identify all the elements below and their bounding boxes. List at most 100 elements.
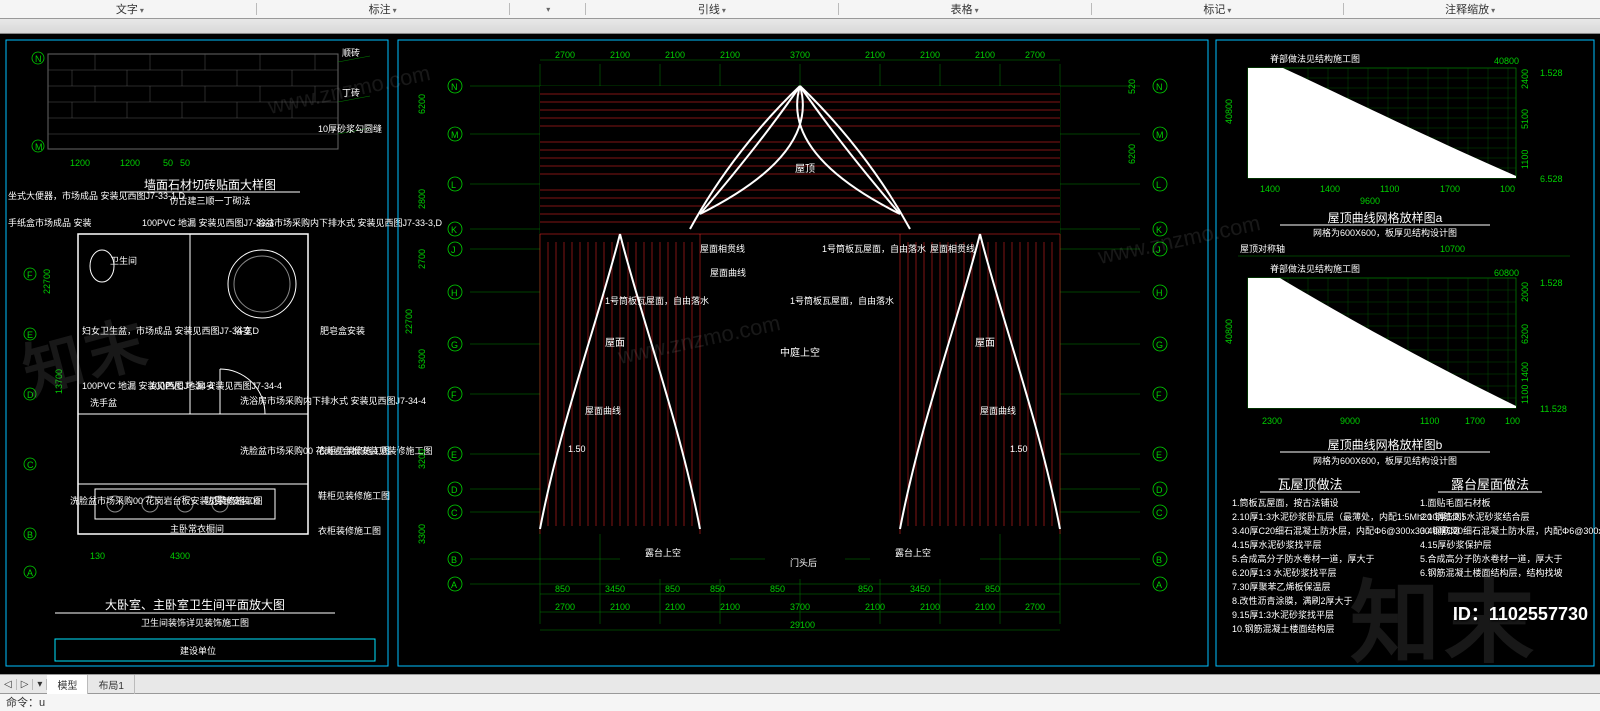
- svg-text:1100: 1100: [1420, 416, 1439, 426]
- ribbon-group-table[interactable]: 表格: [839, 1, 1091, 17]
- svg-text:2100: 2100: [865, 602, 885, 612]
- svg-text:50: 50: [180, 158, 190, 168]
- tab-next-button[interactable]: ▷: [17, 679, 34, 690]
- svg-text:屋面曲线: 屋面曲线: [585, 405, 621, 416]
- svg-text:1700: 1700: [1440, 184, 1460, 194]
- svg-text:3300: 3300: [417, 524, 427, 544]
- svg-text:1号筒板瓦屋面，自由落水: 1号筒板瓦屋面，自由落水: [605, 295, 709, 306]
- ribbon-group-dim[interactable]: 标注: [257, 1, 509, 17]
- chart-b: 脊部做法见结构施工图 2300 9000 1100 1700 100 2000 …: [1224, 263, 1567, 466]
- svg-text:网格为600X600，板厚见结构设计图: 网格为600X600，板厚见结构设计图: [1313, 455, 1457, 466]
- command-line[interactable]: 命令：u: [0, 693, 1600, 711]
- svg-text:1.528: 1.528: [1540, 68, 1563, 78]
- svg-text:H: H: [451, 288, 458, 298]
- svg-text:N: N: [1156, 82, 1163, 92]
- svg-text:850: 850: [665, 584, 680, 594]
- svg-text:1400: 1400: [1520, 362, 1530, 382]
- svg-text:6300: 6300: [417, 349, 427, 369]
- svg-text:6.20厚1:3 水泥砂浆找平层: 6.20厚1:3 水泥砂浆找平层: [1232, 567, 1337, 578]
- svg-text:瓦屋顶做法: 瓦屋顶做法: [1277, 477, 1342, 492]
- svg-text:100: 100: [1500, 184, 1515, 194]
- svg-text:520: 520: [1127, 79, 1137, 94]
- svg-text:2300: 2300: [1262, 416, 1282, 426]
- svg-text:850: 850: [985, 584, 1000, 594]
- svg-text:屋面: 屋面: [975, 337, 995, 349]
- svg-text:1700: 1700: [1465, 416, 1485, 426]
- svg-text:40800: 40800: [1494, 56, 1519, 66]
- chart-a: 脊部做法见结构施工图 1400 1400 1100 1700 100 9600 …: [1224, 53, 1563, 238]
- svg-text:2100: 2100: [720, 50, 740, 60]
- svg-text:40800: 40800: [1224, 319, 1234, 344]
- svg-text:M: M: [1156, 130, 1164, 140]
- svg-text:知末: 知末: [16, 309, 157, 407]
- svg-text:C: C: [27, 460, 34, 470]
- ribbon-group-leader[interactable]: 引线: [586, 1, 838, 17]
- svg-text:www.znzmo.com: www.znzmo.com: [265, 60, 433, 119]
- layout-tabs: ◁ ▷ ▾ 模型 布局1: [0, 674, 1600, 693]
- svg-text:60800: 60800: [1494, 268, 1519, 278]
- svg-text:1.筒板瓦屋面，按古法铺设: 1.筒板瓦屋面，按古法铺设: [1232, 497, 1339, 508]
- model-viewport[interactable]: 顺砖 丁砖 10厚砂浆勾圆缝 N M 1200 1200 50 50 墙面石材切…: [0, 34, 1600, 674]
- svg-text:100PVC 地漏 安装见西图J7-33-3: 100PVC 地漏 安装见西图J7-33-3: [142, 217, 274, 228]
- ribbon-group-text[interactable]: 文字: [4, 1, 256, 17]
- ribbon-group-mark[interactable]: 标记: [1092, 1, 1344, 17]
- svg-text:鞋柜见装修施工图: 鞋柜见装修施工图: [318, 490, 390, 501]
- svg-text:2100: 2100: [610, 602, 630, 612]
- svg-text:1100: 1100: [1520, 385, 1530, 404]
- svg-text:4300: 4300: [170, 551, 190, 561]
- svg-text:9000: 9000: [1340, 416, 1360, 426]
- svg-text:N: N: [35, 54, 42, 64]
- svg-text:卫生间: 卫生间: [110, 255, 137, 266]
- svg-text:手纸盒市场成品 安装: 手纸盒市场成品 安装: [8, 217, 92, 228]
- tab-layout1[interactable]: 布局1: [88, 675, 135, 694]
- svg-text:22700: 22700: [404, 309, 414, 334]
- ribbon-group-blank[interactable]: [510, 3, 586, 15]
- svg-text:850: 850: [770, 584, 785, 594]
- svg-text:坐式大便器，市场成品 安装见西图J7-33-1,D: 坐式大便器，市场成品 安装见西图J7-33-1,D: [8, 190, 186, 201]
- svg-text:850: 850: [858, 584, 873, 594]
- svg-text:门头后: 门头后: [790, 557, 817, 568]
- svg-text:屋顶曲线网格放样图b: 屋顶曲线网格放样图b: [1328, 437, 1443, 452]
- svg-text:29100: 29100: [790, 620, 815, 630]
- right-panel: 脊部做法见结构施工图 1400 1400 1100 1700 100 9600 …: [1216, 40, 1600, 666]
- tab-menu-button[interactable]: ▾: [33, 679, 47, 690]
- roof-plan: [540, 86, 1060, 579]
- ruler: [0, 19, 1600, 34]
- svg-text:脊部做法见结构施工图: 脊部做法见结构施工图: [1270, 263, 1360, 274]
- svg-text:屋面相贯线: 屋面相贯线: [930, 243, 975, 254]
- svg-text:2400: 2400: [1520, 69, 1530, 89]
- svg-text:100PVC 地漏 安装见西图J7-34-4: 100PVC 地漏 安装见西图J7-34-4: [150, 380, 282, 391]
- svg-text:2800: 2800: [417, 189, 427, 209]
- id-label: ID：: [1453, 604, 1489, 624]
- tab-model[interactable]: 模型: [47, 675, 88, 694]
- svg-text:7.30厚聚苯乙烯板保温层: 7.30厚聚苯乙烯板保温层: [1232, 581, 1331, 592]
- svg-text:130: 130: [90, 551, 105, 561]
- ribbon-group-annoscale[interactable]: 注释缩放: [1344, 1, 1596, 17]
- svg-text:露台上空: 露台上空: [645, 547, 681, 558]
- svg-text:肥皂盒安装: 肥皂盒安装: [320, 325, 365, 336]
- svg-text:4.15厚水泥砂浆找平层: 4.15厚水泥砂浆找平层: [1232, 539, 1322, 550]
- svg-text:中庭上空: 中庭上空: [780, 346, 820, 359]
- svg-text:B: B: [451, 555, 457, 565]
- svg-text:1200: 1200: [120, 158, 140, 168]
- svg-text:1号筒板瓦屋面，自由落水: 1号筒板瓦屋面，自由落水: [790, 295, 894, 306]
- svg-text:5.合成高分子防水卷材一道，厚大于: 5.合成高分子防水卷材一道，厚大于: [1420, 553, 1563, 564]
- svg-text:露台屋面做法: 露台屋面做法: [1451, 477, 1529, 492]
- svg-text:www.znzmo.com: www.znzmo.com: [1095, 210, 1263, 269]
- svg-text:L: L: [451, 180, 456, 190]
- svg-text:22700: 22700: [42, 269, 52, 294]
- tab-prev-button[interactable]: ◁: [0, 679, 17, 690]
- svg-text:3.40厚C20细石混凝土防水层，内配Φ6@300x300: 3.40厚C20细石混凝土防水层，内配Φ6@300x300 钢筋网: [1420, 525, 1600, 536]
- svg-text:屋顶曲线网格放样图a: 屋顶曲线网格放样图a: [1328, 210, 1443, 225]
- svg-text:露台上空: 露台上空: [895, 547, 931, 558]
- svg-text:2100: 2100: [665, 602, 685, 612]
- svg-text:2.10厚1:2.5水泥砂浆结合层: 2.10厚1:2.5水泥砂浆结合层: [1420, 511, 1530, 522]
- svg-text:9600: 9600: [1360, 196, 1380, 206]
- svg-text:洗脸盆市场采购00 花岗岩台板安装见装修施工图: 洗脸盆市场采购00 花岗岩台板安装见装修施工图: [240, 445, 433, 456]
- svg-text:3700: 3700: [790, 602, 810, 612]
- svg-text:2100: 2100: [920, 602, 940, 612]
- svg-text:2100: 2100: [665, 50, 685, 60]
- label-brick-r3: 10厚砂浆勾圆缝: [318, 123, 382, 134]
- svg-text:J: J: [451, 245, 456, 255]
- svg-text:2100: 2100: [720, 602, 740, 612]
